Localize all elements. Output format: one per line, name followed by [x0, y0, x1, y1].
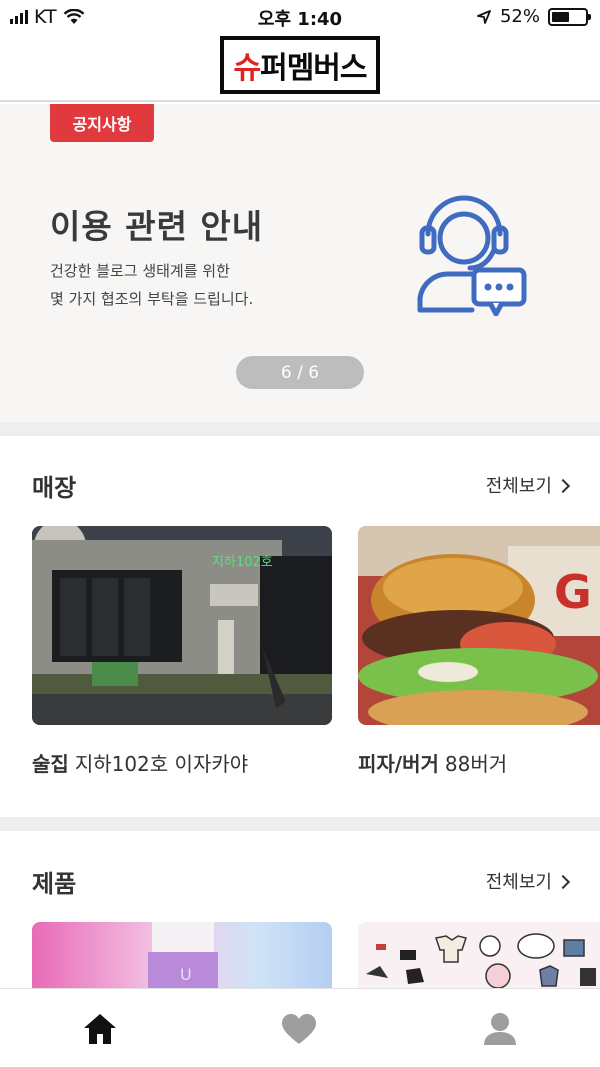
- store-name: 88버거: [444, 752, 508, 776]
- notice-banner[interactable]: 공지사항 이용 관련 안내 건강한 블로그 생태계를 위한 몇 가지 협조의 부…: [0, 104, 600, 422]
- burger-photo: G: [358, 526, 600, 725]
- nav-favorites[interactable]: [279, 1009, 319, 1049]
- chevron-right-icon: [555, 478, 571, 493]
- banner-pager: 6 / 6: [236, 356, 364, 389]
- svg-text:지하102호: 지하102호: [212, 555, 273, 570]
- heart-icon: [282, 1014, 316, 1044]
- battery-icon: [548, 7, 591, 26]
- cosmetic-product-photo: U: [32, 922, 332, 988]
- products-see-all-link[interactable]: 전체보기: [485, 868, 571, 894]
- banner-desc-line: 건강한 블로그 생태계를 위한: [50, 262, 230, 280]
- nav-home[interactable]: [80, 1009, 120, 1049]
- store-card-image-izakaya[interactable]: 지하102호: [32, 526, 332, 725]
- notice-badge: 공지사항: [50, 104, 154, 142]
- izakaya-storefront-photo: 지하102호: [32, 526, 332, 725]
- product-card-image-fashion[interactable]: [358, 922, 600, 988]
- stores-see-all-link[interactable]: 전체보기: [485, 472, 571, 498]
- banner-title: 이용 관련 안내: [50, 207, 264, 246]
- battery-fill: [552, 11, 569, 22]
- store-name: 지하102호 이자카야: [74, 752, 249, 776]
- section-divider: [0, 817, 600, 831]
- logo-text: 슈 퍼멤버스: [224, 40, 376, 90]
- app-header: 슈 퍼멤버스: [0, 34, 600, 102]
- customer-support-icon: [417, 195, 527, 316]
- status-bar: KT 오후 1:40 52%: [0, 0, 600, 34]
- chevron-right-icon: [555, 874, 571, 889]
- fashion-illustration-photo: [358, 922, 600, 988]
- user-icon: [484, 1013, 516, 1045]
- store-card-label-burger[interactable]: 피자/버거 88버거: [358, 748, 507, 777]
- products-section-title: 제품: [32, 870, 77, 898]
- app-logo[interactable]: 슈 퍼멤버스: [220, 36, 380, 94]
- svg-text:U: U: [180, 965, 192, 984]
- nav-profile[interactable]: [480, 1009, 520, 1049]
- store-category: 술집: [32, 752, 69, 776]
- store-card-image-burger[interactable]: G: [358, 526, 600, 725]
- store-card-label-izakaya[interactable]: 술집 지하102호 이자카야: [32, 748, 248, 777]
- see-all-label: 전체보기: [485, 476, 552, 497]
- logo-first-char: 슈: [233, 51, 261, 86]
- store-category: 피자/버거: [358, 752, 439, 776]
- location-arrow-icon: [477, 9, 491, 24]
- bottom-navigation: [0, 988, 600, 1067]
- product-card-image-cosmetic[interactable]: U: [32, 922, 332, 988]
- section-divider: [0, 422, 600, 436]
- logo-rest: 퍼멤버스: [260, 51, 367, 86]
- see-all-label: 전체보기: [485, 872, 552, 893]
- battery-percent: 52%: [499, 6, 540, 27]
- banner-description: 건강한 블로그 생태계를 위한 몇 가지 협조의 부탁을 드립니다.: [50, 257, 253, 313]
- svg-text:G: G: [554, 565, 592, 619]
- banner-desc-line: 몇 가지 협조의 부탁을 드립니다.: [50, 290, 254, 308]
- stores-section-title: 매장: [32, 474, 77, 502]
- status-right: 52%: [476, 6, 591, 27]
- home-icon: [84, 1014, 116, 1044]
